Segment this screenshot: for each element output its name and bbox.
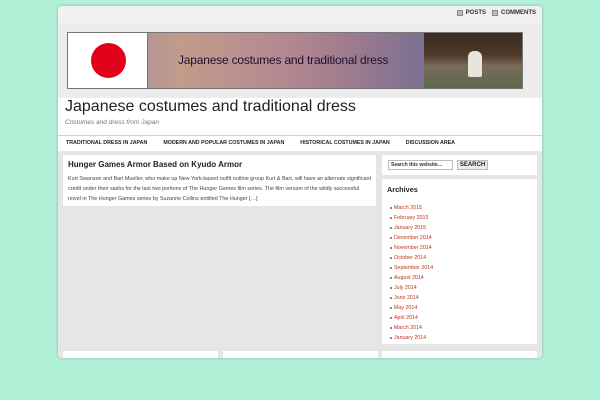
archive-link[interactable]: March 2015 xyxy=(390,203,433,213)
header-banner[interactable]: Japanese costumes and traditional dress xyxy=(67,32,523,89)
archive-link[interactable]: February 2015 xyxy=(390,213,433,223)
posts-feed-label: POSTS xyxy=(465,10,486,16)
content-area: Hunger Games Armor Based on Kyudo Armor … xyxy=(58,151,542,358)
nav-item-historical-costumes[interactable]: HISTORICAL COSTUMES IN JAPAN xyxy=(292,136,397,151)
footer-widget-2 xyxy=(223,351,378,358)
nav-item-traditional-dress[interactable]: TRADITIONAL DRESS IN JAPAN xyxy=(58,136,155,151)
header-area: Japanese costumes and traditional dress xyxy=(58,24,542,98)
archive-link[interactable]: January 2014 xyxy=(390,333,433,343)
footer-widget-1 xyxy=(63,351,218,358)
nav-item-modern-costumes[interactable]: MODERN AND POPULAR COSTUMES IN JAPAN xyxy=(155,136,292,151)
rss-icon xyxy=(456,10,463,16)
archive-link[interactable]: May 2014 xyxy=(390,303,433,313)
post-excerpt: Kurt Swanson and Bart Mueller, who make … xyxy=(68,176,371,202)
feed-links: POSTS COMMENTS xyxy=(456,10,536,16)
archive-link[interactable]: January 2015 xyxy=(390,223,433,233)
kimono-figure xyxy=(468,51,482,77)
site-title[interactable]: Japanese costumes and traditional dress xyxy=(65,98,356,116)
archive-link[interactable]: June 2014 xyxy=(390,293,433,303)
archive-link[interactable]: September 2014 xyxy=(390,263,433,273)
search-widget: SEARCH xyxy=(382,155,537,175)
kimono-photo xyxy=(424,33,522,88)
archive-link[interactable]: October 2014 xyxy=(390,253,433,263)
comments-feed-link[interactable]: COMMENTS xyxy=(492,10,536,16)
site-description: Costumes and dress from Japan xyxy=(65,119,159,126)
banner-title: Japanese costumes and traditional dress xyxy=(178,53,389,67)
archive-link[interactable]: July 2014 xyxy=(390,283,433,293)
archive-link[interactable]: December 2014 xyxy=(390,233,433,243)
rss-icon xyxy=(492,10,498,16)
search-button[interactable]: SEARCH xyxy=(457,160,488,170)
post-entry: Hunger Games Armor Based on Kyudo Armor … xyxy=(63,155,376,206)
posts-feed-link[interactable]: POSTS xyxy=(456,10,486,16)
archives-widget: Archives March 2015 February 2015 Januar… xyxy=(382,179,537,344)
search-input[interactable] xyxy=(388,160,453,170)
footer-widget-3 xyxy=(382,351,537,358)
archives-list: March 2015 February 2015 January 2015 De… xyxy=(390,203,433,343)
archive-link[interactable]: April 2014 xyxy=(390,313,433,323)
comments-feed-label: COMMENTS xyxy=(501,10,536,16)
archives-title: Archives xyxy=(387,185,418,194)
post-title[interactable]: Hunger Games Armor Based on Kyudo Armor xyxy=(68,160,242,169)
main-nav: TRADITIONAL DRESS IN JAPAN MODERN AND PO… xyxy=(58,135,542,152)
nav-item-discussion-area[interactable]: DISCUSSION AREA xyxy=(398,136,463,151)
archive-link[interactable]: August 2014 xyxy=(390,273,433,283)
archive-link[interactable]: November 2014 xyxy=(390,243,433,253)
top-bar: POSTS COMMENTS xyxy=(58,6,542,24)
flag-sun-circle xyxy=(91,43,126,78)
page-container: POSTS COMMENTS Japanese costumes and tra… xyxy=(58,6,542,358)
archive-link[interactable]: March 2014 xyxy=(390,323,433,333)
japan-flag-image xyxy=(68,33,148,88)
